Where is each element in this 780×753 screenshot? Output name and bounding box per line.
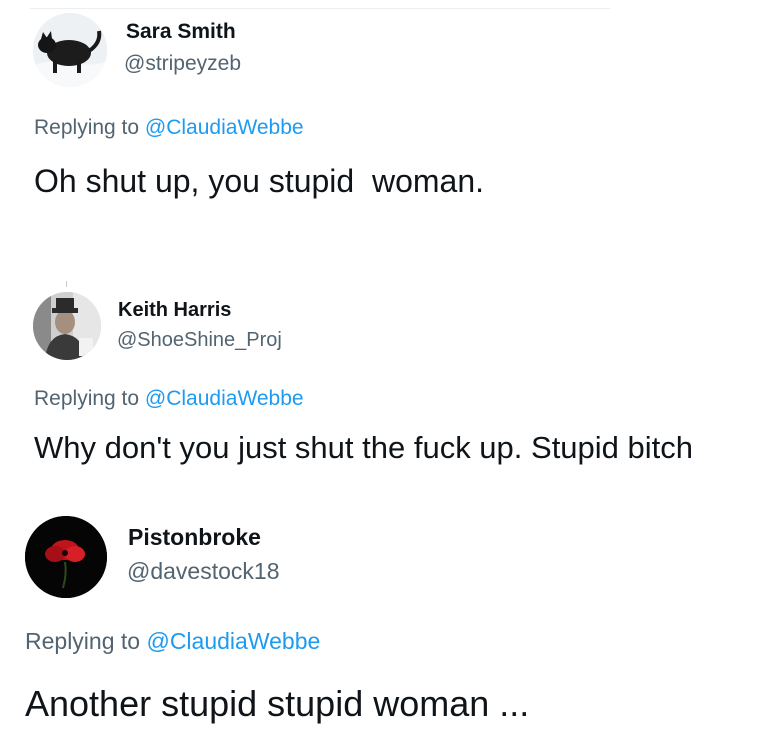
man-with-hat-photo-avatar xyxy=(33,292,101,360)
black-cat-in-snow-avatar xyxy=(33,13,107,87)
mention-link[interactable]: @ClaudiaWebbe xyxy=(145,387,304,410)
tweet-text: Why don't you just shut the fuck up. Stu… xyxy=(34,430,694,465)
display-name[interactable]: Sara Smith xyxy=(126,20,236,44)
mention-link[interactable]: @ClaudiaWebbe xyxy=(146,628,320,654)
mention-link[interactable]: @ClaudiaWebbe xyxy=(145,116,304,139)
avatar[interactable] xyxy=(33,292,101,360)
red-poppy-avatar xyxy=(25,516,107,598)
replying-to-line: Replying to @ClaudiaWebbe xyxy=(34,116,304,140)
avatar[interactable] xyxy=(33,13,107,87)
user-handle[interactable]: @ShoeShine_Proj xyxy=(117,329,282,352)
tweet-text: Another stupid stupid woman ... xyxy=(25,683,530,724)
avatar[interactable] xyxy=(25,516,107,598)
divider xyxy=(30,8,610,9)
thread-line-stub xyxy=(66,281,67,287)
user-handle[interactable]: @davestock18 xyxy=(127,558,280,585)
display-name[interactable]: Keith Harris xyxy=(118,299,231,322)
tweet-text: Oh shut up, you stupid woman. xyxy=(34,163,485,199)
replying-to-line: Replying to @ClaudiaWebbe xyxy=(25,628,320,655)
replying-to-line: Replying to @ClaudiaWebbe xyxy=(34,387,304,411)
replying-to-label: Replying to xyxy=(34,116,145,139)
display-name[interactable]: Pistonbroke xyxy=(128,524,261,551)
replying-to-label: Replying to xyxy=(25,628,147,654)
replying-to-label: Replying to xyxy=(34,387,145,410)
user-handle[interactable]: @stripeyzeb xyxy=(124,52,241,76)
